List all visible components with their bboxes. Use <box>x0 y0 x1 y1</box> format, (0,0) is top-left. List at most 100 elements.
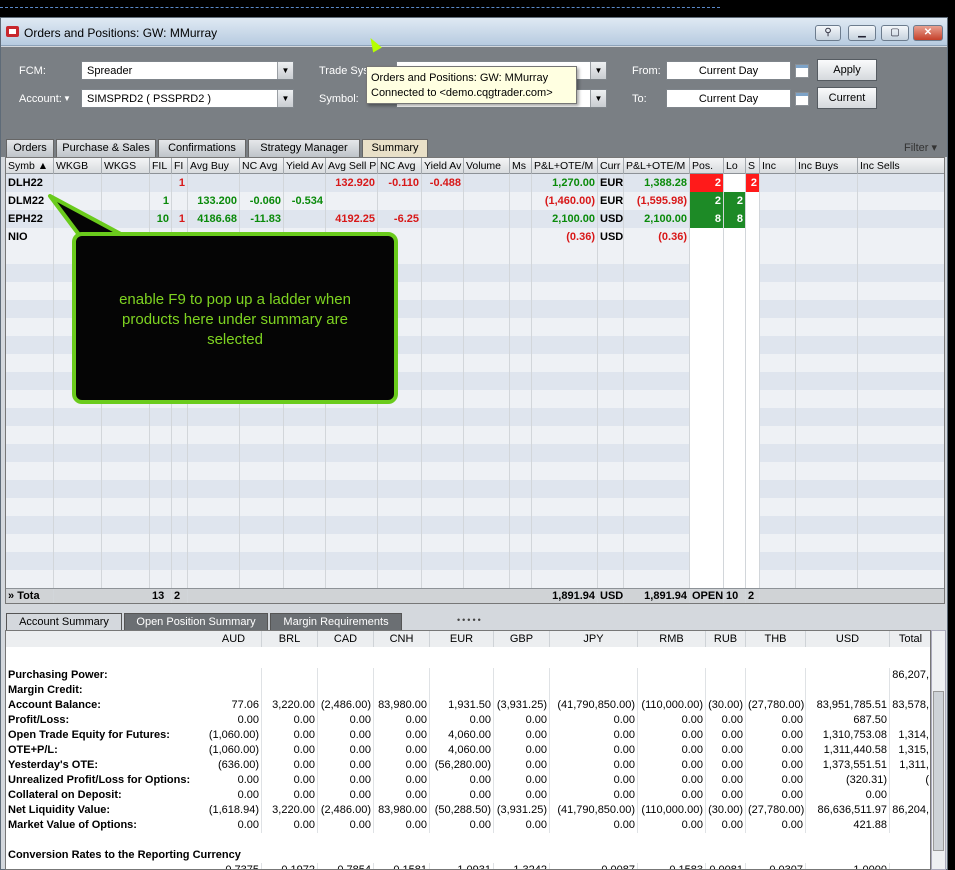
cell-avg-buy: 133.200 <box>188 192 240 210</box>
col-lo[interactable]: Lo <box>724 158 746 174</box>
col-inc-buys[interactable]: Inc Buys <box>796 158 858 174</box>
col-yield-avg-2[interactable]: Yield Av <box>422 158 464 174</box>
chevron-down-icon[interactable]: ▼ <box>590 90 606 107</box>
account-dropdown-icon[interactable]: ▼ <box>63 94 71 103</box>
account-value: 0.00 <box>262 818 318 833</box>
currency-header-aud[interactable]: AUD <box>206 631 262 647</box>
currency-header-total[interactable]: Total <box>890 631 930 647</box>
col-volume[interactable]: Volume <box>464 158 510 174</box>
grid-cell <box>796 408 858 426</box>
bottom-tab-bar: Account Summary Open Position Summary Ma… <box>1 611 947 631</box>
currency-header-cnh[interactable]: CNH <box>374 631 430 647</box>
col-curr[interactable]: Curr <box>598 158 624 174</box>
cell-fil: 10 <box>150 210 172 228</box>
grid-cell <box>624 282 690 300</box>
chevron-down-icon[interactable]: ▼ <box>277 90 293 107</box>
cell-nc-avg2: -0.110 <box>378 174 422 192</box>
title-bar[interactable]: Orders and Positions: GW: MMurray ⚲ ▁ ▢ … <box>1 18 947 46</box>
calendar-icon[interactable] <box>795 64 809 78</box>
cell-lo <box>724 174 746 192</box>
grid-cell <box>858 444 944 462</box>
currency-header-cad[interactable]: CAD <box>318 631 374 647</box>
account-row: Yesterday's OTE: (636.00) 0.00 0.00 0.00 (56,… <box>6 758 930 773</box>
current-button[interactable]: Current <box>817 87 877 109</box>
scrollbar-thumb[interactable] <box>933 691 944 851</box>
tab-confirmations[interactable]: Confirmations <box>158 139 246 157</box>
tab-orders[interactable]: Orders <box>6 139 54 157</box>
grid-cell <box>624 462 690 480</box>
account-label[interactable]: Account: <box>19 93 62 105</box>
chevron-down-icon[interactable]: ▼ <box>277 62 293 79</box>
col-inc[interactable]: Inc <box>760 158 796 174</box>
col-fi[interactable]: FI <box>172 158 188 174</box>
col-nc-avg[interactable]: NC Avg <box>240 158 284 174</box>
currency-header-jpy[interactable]: JPY <box>550 631 638 647</box>
col-pos[interactable]: Pos. <box>690 158 724 174</box>
tab-strategy-manager[interactable]: Strategy Manager <box>248 139 360 157</box>
tab-summary[interactable]: Summary <box>362 139 428 158</box>
grid-cell <box>6 552 54 570</box>
to-date-input[interactable]: Current Day <box>666 89 791 108</box>
currency-header-rmb[interactable]: RMB <box>638 631 706 647</box>
grid-cell <box>746 516 760 534</box>
col-s[interactable]: S <box>746 158 760 174</box>
col-wkgs[interactable]: WKGS <box>102 158 150 174</box>
account-value <box>430 683 494 698</box>
grid-cell <box>690 444 724 462</box>
table-row[interactable]: EPH22 10 1 4186.68 -11.83 4192.25 -6.25 2,100.0… <box>6 210 944 228</box>
link-icon[interactable]: ⚲ <box>815 25 841 41</box>
col-fil[interactable]: FIL <box>150 158 172 174</box>
maximize-button[interactable]: ▢ <box>881 25 909 41</box>
tab-open-position-summary[interactable]: Open Position Summary <box>124 613 268 631</box>
from-date-input[interactable]: Current Day <box>666 61 791 80</box>
cell-s <box>746 228 760 246</box>
grid-cell <box>422 570 464 588</box>
col-avg-sell[interactable]: Avg Sell P <box>326 158 378 174</box>
tab-margin-requirements[interactable]: Margin Requirements <box>270 613 402 631</box>
account-row-label: Account Balance: <box>8 699 101 711</box>
currency-header-brl[interactable]: BRL <box>262 631 318 647</box>
col-ms[interactable]: Ms <box>510 158 532 174</box>
account-select[interactable]: SIMSPRD2 ( PSSPRD2 ) ▼ <box>81 89 294 108</box>
account-value: 0.1581 <box>374 863 430 869</box>
grid-cell <box>532 444 598 462</box>
account-value: (2,486.00) <box>318 698 374 713</box>
col-yield-avg[interactable]: Yield Av <box>284 158 326 174</box>
apply-button[interactable]: Apply <box>817 59 877 81</box>
table-row[interactable]: DLM22 1 133.200 -0.060 -0.534 (1,460.00) EUR (1… <box>6 192 944 210</box>
minimize-button[interactable]: ▁ <box>848 25 876 41</box>
account-value: 1.0000 <box>806 863 890 869</box>
tab-purchase-sales[interactable]: Purchase & Sales <box>56 139 156 157</box>
currency-header-gbp[interactable]: GBP <box>494 631 550 647</box>
grid-cell <box>6 318 54 336</box>
col-nc-avg-2[interactable]: NC Avg <box>378 158 422 174</box>
table-row[interactable]: DLH22 1 132.920 -0.110 -0.488 1,270.00 EUR 1,38… <box>6 174 944 192</box>
col-symb[interactable]: Symb ▲ <box>6 158 54 174</box>
currency-header-usd[interactable]: USD <box>806 631 890 647</box>
cell-lo: 2 <box>724 192 746 210</box>
col-wkgb[interactable]: WKGB <box>54 158 102 174</box>
vertical-scrollbar[interactable] <box>931 630 946 870</box>
tab-account-summary[interactable]: Account Summary <box>6 613 122 631</box>
grid-cell <box>188 426 240 444</box>
col-pl-ote-2[interactable]: P&L+OTE/M <box>624 158 690 174</box>
account-value: 0.00 <box>638 728 706 743</box>
col-avg-buy[interactable]: Avg Buy <box>188 158 240 174</box>
currency-header-thb[interactable]: THB <box>746 631 806 647</box>
fcm-select[interactable]: Spreader ▼ <box>81 61 294 80</box>
calendar-icon[interactable] <box>795 92 809 106</box>
close-button[interactable]: ✕ <box>913 25 943 41</box>
chevron-down-icon[interactable]: ▼ <box>590 62 606 79</box>
account-value: 0.00 <box>206 713 262 728</box>
col-inc-sells[interactable]: Inc Sells <box>858 158 944 174</box>
grid-cell <box>690 408 724 426</box>
currency-header-rub[interactable]: RUB <box>706 631 746 647</box>
currency-header-eur[interactable]: EUR <box>430 631 494 647</box>
filter-button[interactable]: Filter ▾ <box>904 141 937 154</box>
col-pl-ote[interactable]: P&L+OTE/M <box>532 158 598 174</box>
grid-cell <box>464 372 510 390</box>
grid-cell <box>724 336 746 354</box>
grid-cell <box>858 462 944 480</box>
grid-cell <box>858 228 944 246</box>
account-value: 0.1583 <box>638 863 706 869</box>
